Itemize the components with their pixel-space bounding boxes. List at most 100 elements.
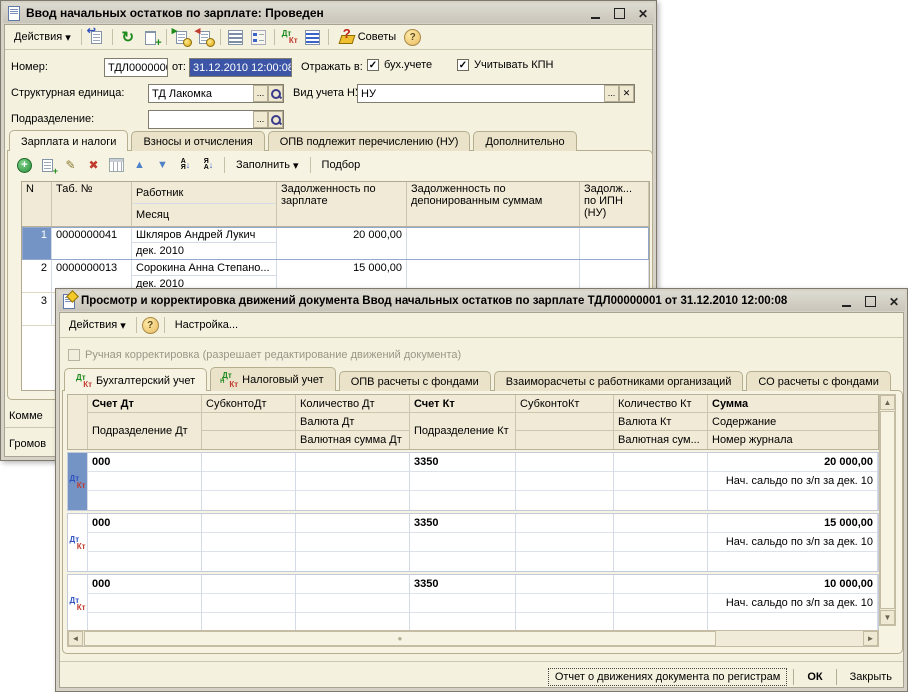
nu-kind-field[interactable]: НУ ... ✕ <box>357 84 635 103</box>
copy-button[interactable]: + <box>141 27 161 47</box>
account-dt-cell[interactable]: 000 <box>88 453 201 472</box>
scroll-right-arrow[interactable]: ► <box>863 631 878 646</box>
deposited-debt-cell[interactable] <box>407 227 580 259</box>
account-dt-cell[interactable]: 000 <box>88 575 201 594</box>
tab-contributions[interactable]: Взносы и отчисления <box>131 131 264 151</box>
move-down-button[interactable]: ▼ <box>153 156 172 174</box>
post-document-button[interactable]: ▸ <box>172 27 192 47</box>
choose-button[interactable]: ... <box>604 85 619 102</box>
table-row[interactable]: 1 0000000041 Шкляров Андрей Лукич дек. 2… <box>22 227 649 260</box>
tab-salary-taxes[interactable]: Зарплата и налоги <box>9 130 128 151</box>
scrollbar-thumb[interactable]: ● <box>84 631 716 646</box>
date-field[interactable]: 31.12.2010 12:00:08 ▦ <box>189 58 292 77</box>
content-cell[interactable]: Нач. сальдо по з/п за дек. 10 <box>708 594 877 613</box>
scroll-down-arrow[interactable]: ▼ <box>880 610 895 625</box>
row-selector[interactable]: ДтКт <box>68 514 87 571</box>
salary-debt-cell[interactable]: 20 000,00 <box>277 227 407 259</box>
edit-row-button[interactable]: ✎ <box>61 156 80 174</box>
row-number-cell[interactable]: 2 <box>22 260 52 292</box>
add-row-button[interactable]: + <box>15 156 34 174</box>
tab-opv-transfer[interactable]: ОПВ подлежит перечислению (НУ) <box>268 131 471 151</box>
sort-arrow-icon: ↓ <box>186 160 191 170</box>
delete-row-button[interactable]: ✖ <box>84 156 103 174</box>
ok-button[interactable]: ОК <box>800 668 829 686</box>
employee-cell[interactable]: Шкляров Андрей Лукич дек. 2010 <box>132 227 277 259</box>
amount-cell[interactable]: 15 000,00 <box>708 514 877 533</box>
settings-button[interactable]: Настройка... <box>170 317 243 333</box>
scroll-up-arrow[interactable]: ▲ <box>880 395 895 410</box>
document-marks-button[interactable] <box>249 27 269 47</box>
posting-row[interactable]: ДтКт 000 3350 15 000,00Нач. сальдо по з/… <box>67 513 879 572</box>
clear-button[interactable]: ✕ <box>619 85 634 102</box>
sort-desc-button[interactable]: ЯА ↓ <box>199 156 218 174</box>
open-button[interactable] <box>268 85 283 102</box>
document-structure-button[interactable] <box>226 27 246 47</box>
copy-row-button[interactable]: + <box>38 156 57 174</box>
actions-menu-button[interactable]: Действия ▾ <box>64 317 131 334</box>
close-dialog-button[interactable]: Закрыть <box>843 668 899 686</box>
open-button[interactable] <box>268 111 283 128</box>
amount-cell[interactable]: 20 000,00 <box>708 453 877 472</box>
reread-button[interactable]: ↩ <box>87 27 107 47</box>
close-button[interactable]: ✕ <box>887 295 901 307</box>
help-button[interactable]: ? <box>142 317 159 334</box>
postings-button[interactable]: ДтКт <box>280 27 300 47</box>
choose-button[interactable]: ... <box>253 111 268 128</box>
sort-asc-button[interactable]: АЯ ↓ <box>176 156 195 174</box>
account-kt-cell[interactable]: 3350 <box>410 575 515 594</box>
manual-adjust-checkbox[interactable]: Ручная корректировка (разрешает редактир… <box>68 349 461 361</box>
scrollbar-thumb[interactable] <box>880 411 895 609</box>
document-window-titlebar[interactable]: Ввод начальных остатков по зарплате: Про… <box>3 3 654 23</box>
minimize-button[interactable] <box>839 295 853 307</box>
magnifier-icon <box>270 114 282 126</box>
row-number-cell[interactable]: 1 <box>22 227 52 259</box>
tab-settlements-employees[interactable]: Взаиморасчеты с работниками организаций <box>494 371 744 391</box>
choose-button[interactable]: ... <box>253 85 268 102</box>
tab-no-cell[interactable]: 0000000041 <box>52 227 132 259</box>
tab-accounting[interactable]: ДтКт Бухгалтерский учет <box>64 368 207 391</box>
accounting-checkbox[interactable]: ✓ бух.учете <box>367 59 432 71</box>
scroll-left-arrow[interactable]: ◄ <box>68 631 83 646</box>
tips-button[interactable]: ? Советы <box>334 27 401 47</box>
account-kt-cell[interactable]: 3350 <box>410 514 515 533</box>
horizontal-scrollbar[interactable]: ◄ ● ► <box>67 630 879 647</box>
account-kt-cell[interactable]: 3350 <box>410 453 515 472</box>
number-label: Номер: <box>11 61 48 73</box>
help-button[interactable]: ? <box>404 29 421 46</box>
unpost-document-button[interactable]: ◂ <box>195 27 215 47</box>
posting-row[interactable]: ДтКт 000 3350 20 000,00Нач. сальдо по з/… <box>67 452 879 511</box>
dtkt-n-icon: ДтНКт <box>222 372 238 388</box>
refresh-button[interactable]: ↻ <box>118 27 138 47</box>
minimize-button[interactable] <box>588 7 602 19</box>
posting-row[interactable]: ДтКт 000 3350 10 000,00Нач. сальдо по з/… <box>67 574 879 633</box>
fill-menu-button[interactable]: Заполнить ▾ <box>231 157 304 174</box>
content-cell[interactable]: Нач. сальдо по з/п за дек. 10 <box>708 472 877 491</box>
close-button[interactable]: ✕ <box>636 7 650 19</box>
department-field[interactable]: ... <box>148 110 284 129</box>
kpn-checkbox[interactable]: ✓ Учитывать КПН <box>457 59 554 71</box>
content-cell[interactable]: Нач. сальдо по з/п за дек. 10 <box>708 533 877 552</box>
maximize-button[interactable] <box>612 7 626 19</box>
journal-button[interactable] <box>303 27 323 47</box>
number-field[interactable]: ТДЛ00000001 <box>104 58 168 77</box>
tab-opv-funds[interactable]: ОПВ расчеты с фондами <box>339 371 491 391</box>
vertical-scrollbar[interactable]: ▲ ▼ <box>879 394 896 626</box>
tab-so-funds[interactable]: СО расчеты с фондами <box>746 371 890 391</box>
col-employee-month: Работник Месяц <box>132 182 277 226</box>
actions-menu-button[interactable]: Действия ▾ <box>9 29 76 46</box>
tab-additional[interactable]: Дополнительно <box>473 131 576 151</box>
end-edit-button[interactable] <box>107 156 126 174</box>
pick-button[interactable]: Подбор <box>317 157 366 173</box>
row-selector[interactable]: ДтКт <box>68 453 87 510</box>
amount-cell[interactable]: 10 000,00 <box>708 575 877 594</box>
ipn-debt-cell[interactable] <box>580 227 649 259</box>
structural-unit-field[interactable]: ТД Лакомка ... <box>148 84 284 103</box>
row-selector[interactable]: ДтКт <box>68 575 87 632</box>
movements-window-titlebar[interactable]: Просмотр и корректировка движений докуме… <box>58 291 905 311</box>
move-up-button[interactable]: ▲ <box>130 156 149 174</box>
account-dt-cell[interactable]: 000 <box>88 514 201 533</box>
maximize-button[interactable] <box>863 295 877 307</box>
tab-tax-accounting[interactable]: ДтНКт Налоговый учет <box>210 367 336 391</box>
report-movements-button[interactable]: Отчет о движениях документа по регистрам <box>548 668 788 686</box>
row-number-cell[interactable]: 3 <box>22 293 52 325</box>
